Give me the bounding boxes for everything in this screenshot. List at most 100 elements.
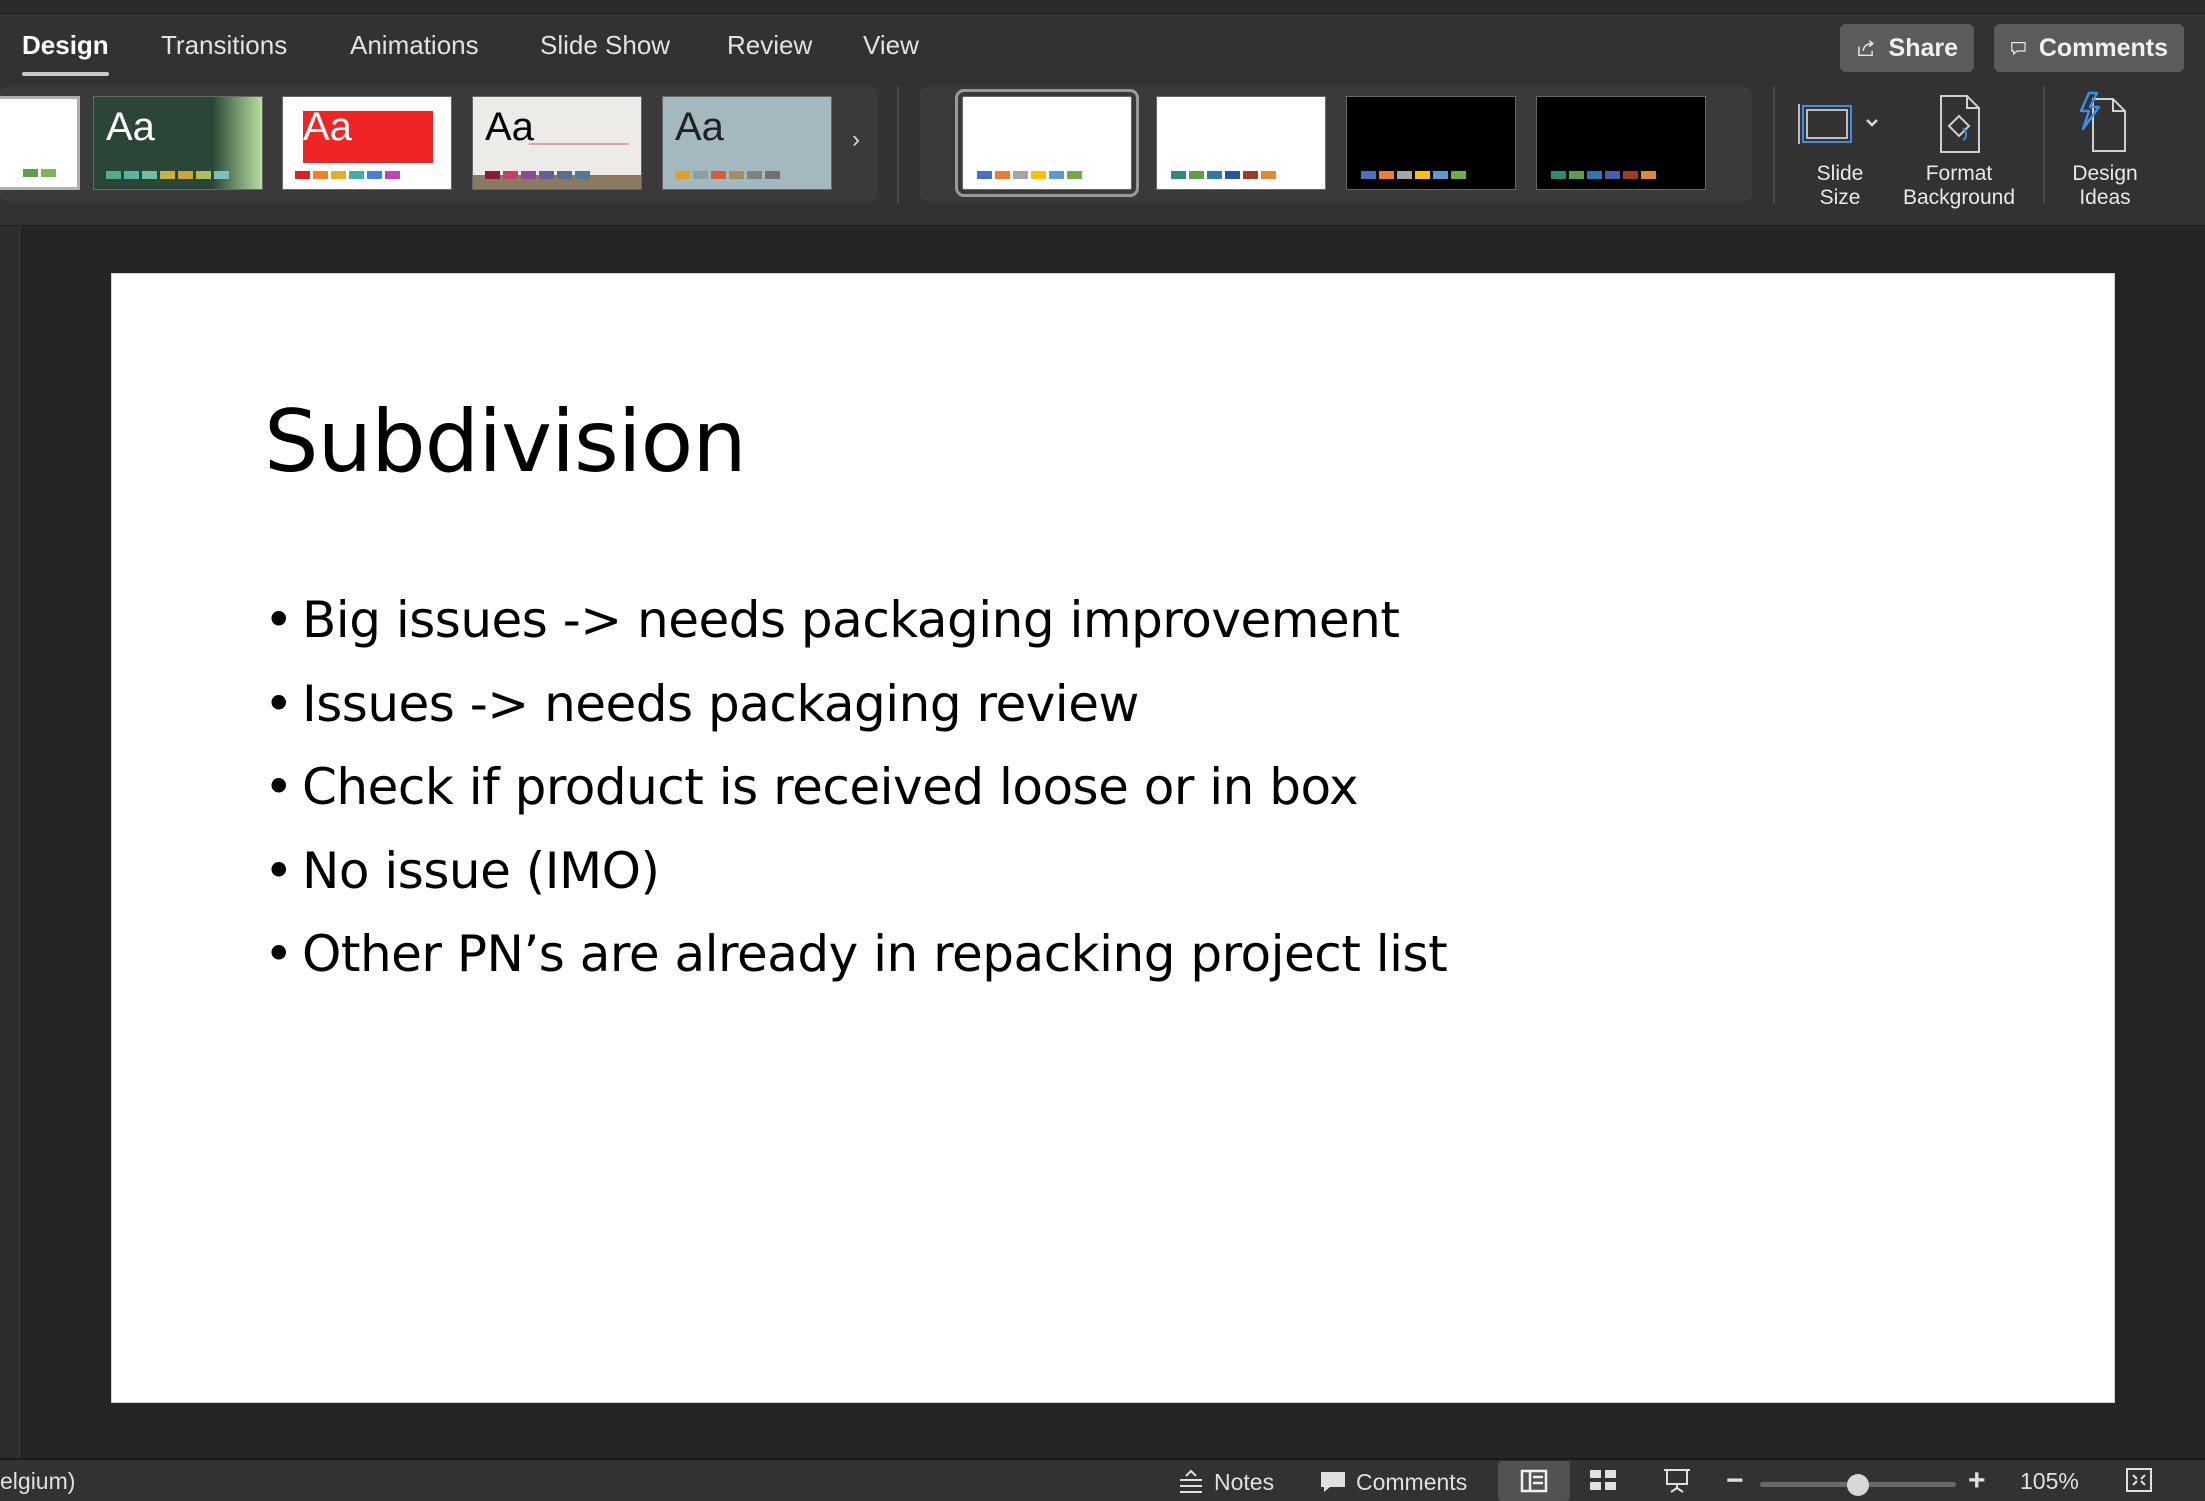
- color-swatch: [1551, 171, 1566, 179]
- color-swatch: [1433, 171, 1448, 179]
- comments-button[interactable]: Comments: [1994, 24, 2184, 72]
- slide-size-label: Slide Size: [1816, 162, 1864, 209]
- color-swatch: [711, 171, 726, 179]
- color-swatch: [178, 171, 193, 179]
- color-swatch: [675, 171, 690, 179]
- theme-font-sample: Aa: [675, 105, 724, 149]
- zoom-slider-thumb[interactable]: [1847, 1474, 1869, 1496]
- color-swatch: [1225, 171, 1240, 179]
- color-swatch: [41, 169, 56, 177]
- color-swatch: [160, 171, 175, 179]
- tab-transitions[interactable]: Transitions: [161, 30, 287, 61]
- theme-thumbnail-office[interactable]: [0, 96, 80, 190]
- variant-thumbnail-3[interactable]: [1346, 96, 1516, 190]
- zoom-in-button[interactable]: +: [1968, 1464, 1986, 1498]
- variant-thumbnail-1[interactable]: [955, 89, 1139, 197]
- zoom-slider[interactable]: [1760, 1474, 1956, 1496]
- theme-thumbnail-green[interactable]: Aa: [93, 96, 263, 190]
- color-swatch: [1623, 171, 1638, 179]
- color-swatch: [503, 171, 518, 179]
- bullet-item[interactable]: Issues -> needs packaging review: [264, 663, 1447, 747]
- normal-view-button[interactable]: [1498, 1461, 1570, 1501]
- language-label: elgium): [0, 1468, 76, 1494]
- tab-review[interactable]: Review: [727, 30, 812, 61]
- color-swatch: [106, 171, 121, 179]
- slide-title[interactable]: Subdivision: [264, 392, 747, 492]
- theme-font-sample: Aa: [106, 105, 155, 149]
- thumbnail-pane-edge[interactable]: [0, 226, 20, 1458]
- theme-color-swatches: [23, 169, 56, 177]
- color-swatch: [1605, 171, 1620, 179]
- color-swatch: [385, 171, 400, 179]
- plus-icon: +: [1968, 1464, 1986, 1497]
- slide-size-button[interactable]: Slide Size: [1796, 86, 1884, 210]
- variant-color-swatches: [1551, 171, 1656, 179]
- color-swatch: [1243, 171, 1258, 179]
- zoom-out-button[interactable]: −: [1726, 1464, 1744, 1498]
- color-swatch: [313, 171, 328, 179]
- color-swatch: [331, 171, 346, 179]
- comments-label: Comments: [2038, 33, 2168, 62]
- variant-thumbnail-4[interactable]: [1536, 96, 1706, 190]
- color-swatch: [1415, 171, 1430, 179]
- color-swatch: [1261, 171, 1276, 179]
- slide[interactable]: Subdivision Big issues -> needs packagin…: [112, 274, 2114, 1402]
- themes-more-chevron-icon[interactable]: ›: [852, 126, 860, 154]
- color-swatch: [1067, 171, 1082, 179]
- status-bar: elgium) Notes Comments − + 105%: [0, 1458, 2205, 1501]
- design-ribbon: Aa Aa Aa Aa › Slide Size Format Backgrou…: [0, 86, 2205, 226]
- slide-sorter-button[interactable]: [1588, 1466, 1618, 1494]
- slideshow-view-button[interactable]: [1662, 1466, 1692, 1494]
- tab-animations[interactable]: Animations: [350, 30, 479, 61]
- status-comments-button[interactable]: Comments: [1318, 1468, 1467, 1496]
- bullet-item[interactable]: No issue (IMO): [264, 830, 1447, 914]
- theme-thumbnail-blue-gray[interactable]: Aa: [662, 96, 832, 190]
- bullet-item[interactable]: Big issues -> needs packaging improvemen…: [264, 579, 1447, 663]
- color-swatch: [729, 171, 744, 179]
- color-swatch: [1587, 171, 1602, 179]
- share-button[interactable]: Share: [1840, 24, 1974, 72]
- theme-color-swatches: [485, 171, 590, 179]
- tab-design[interactable]: Design: [22, 30, 109, 76]
- color-swatch: [995, 171, 1010, 179]
- theme-thumbnail-beige[interactable]: Aa: [472, 96, 642, 190]
- ribbon-divider: [1773, 86, 1775, 204]
- color-swatch: [1189, 171, 1204, 179]
- color-swatch: [214, 171, 229, 179]
- slide-sorter-icon: [1590, 1470, 1616, 1490]
- color-swatch: [367, 171, 382, 179]
- color-swatch: [142, 171, 157, 179]
- format-background-button[interactable]: Format Background: [1894, 86, 2024, 210]
- bullet-item[interactable]: Other PN’s are already in repacking proj…: [264, 913, 1448, 997]
- tab-slide-show[interactable]: Slide Show: [540, 30, 670, 61]
- variant-thumbnail-2[interactable]: [1156, 96, 1326, 190]
- color-swatch: [1641, 171, 1656, 179]
- theme-color-swatches: [295, 171, 400, 179]
- presenter-icon: [1664, 1469, 1690, 1493]
- notes-icon: [1180, 1469, 1202, 1493]
- title-strip: [0, 0, 2205, 14]
- design-ideas-button[interactable]: Design Ideas: [2060, 86, 2150, 210]
- slide-size-icon: [1798, 104, 1878, 144]
- theme-thumbnail-red[interactable]: Aa: [282, 96, 452, 190]
- color-swatch: [575, 171, 590, 179]
- notes-button[interactable]: Notes: [1176, 1468, 1274, 1496]
- format-background-label: Format Background: [1902, 162, 2016, 209]
- color-swatch: [295, 171, 310, 179]
- fit-to-window-button[interactable]: [2124, 1466, 2154, 1494]
- zoom-level[interactable]: 105%: [2020, 1468, 2079, 1495]
- share-label: Share: [1888, 33, 1958, 62]
- bullet-item[interactable]: Check if product is received loose or in…: [264, 746, 1447, 830]
- language-indicator[interactable]: elgium): [0, 1468, 75, 1495]
- color-swatch: [557, 171, 572, 179]
- color-swatch: [977, 171, 992, 179]
- color-swatch: [521, 171, 536, 179]
- color-swatch: [539, 171, 554, 179]
- color-swatch: [1171, 171, 1186, 179]
- share-icon: [1858, 40, 1875, 57]
- design-ideas-icon: [2079, 91, 2126, 152]
- tab-view[interactable]: View: [863, 30, 919, 61]
- ribbon-divider: [897, 86, 899, 204]
- color-swatch: [1569, 171, 1584, 179]
- slide-bullet-list[interactable]: Big issues -> needs packaging improvemen…: [264, 579, 1448, 997]
